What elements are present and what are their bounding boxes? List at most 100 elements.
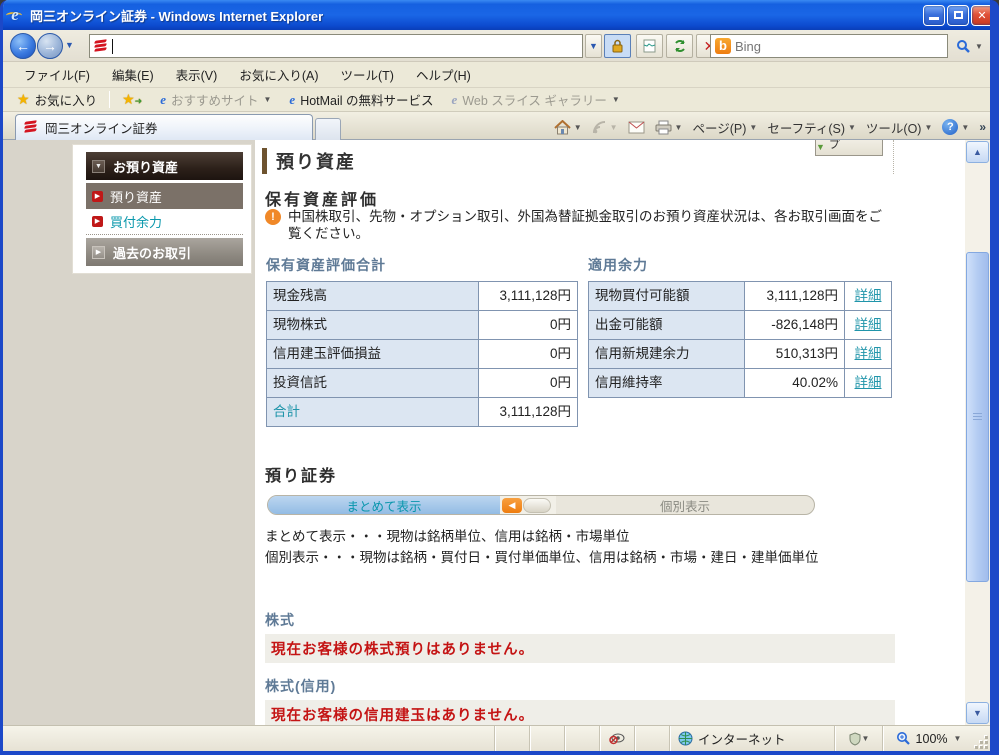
table-row: 信用建玉評価損益 0円 bbox=[266, 339, 578, 369]
chevron-down-icon: ▼ bbox=[573, 122, 582, 132]
help-button[interactable]: ? ▼ bbox=[942, 119, 969, 135]
title-bar: e 岡三オンライン証券 - Windows Internet Explorer … bbox=[3, 0, 990, 30]
scroll-down-icon[interactable]: ▼ bbox=[966, 702, 989, 724]
favorites-button[interactable]: ★ お気に入り bbox=[11, 88, 103, 111]
chevron-right-icon: ▶ bbox=[92, 245, 105, 259]
compatibility-view-icon[interactable] bbox=[636, 34, 663, 58]
scrollbar-thumb[interactable] bbox=[966, 252, 989, 582]
menu-file[interactable]: ファイル(F) bbox=[13, 62, 101, 87]
toolbar-overflow-icon[interactable]: » bbox=[979, 120, 986, 134]
recent-pages-dropdown-icon[interactable]: ▼ bbox=[65, 40, 74, 50]
favorites-bar: ★ お気に入り ★➜ e おすすめサイト ▼ e HotMail の無料サービス… bbox=[3, 88, 990, 112]
toggle-grouped-view[interactable]: まとめて表示 bbox=[268, 496, 500, 514]
sidebar-item-deposited-assets[interactable]: ▶ 預り資産 bbox=[86, 183, 243, 209]
chevron-down-icon: ▼ bbox=[953, 734, 962, 743]
asset-valuation-column: 保有資産評価合計 現金残高 3,111,128円 現物株式 0円 信用建玉評価損… bbox=[266, 255, 578, 427]
zoom-control[interactable]: 100% ▼ bbox=[882, 726, 974, 751]
feeds-button[interactable]: ▼ bbox=[592, 120, 618, 135]
detail-link[interactable]: 詳細 bbox=[855, 317, 882, 332]
table-row: 現物買付可能額 3,111,128円 詳細 bbox=[588, 281, 892, 311]
display-mode-toggle: まとめて表示 ◀ 個別表示 bbox=[267, 495, 815, 515]
status-bar: インターネット ▼ 100% ▼ bbox=[3, 725, 990, 751]
minimize-button[interactable]: ▬ bbox=[923, 4, 945, 26]
detail-link[interactable]: 詳細 bbox=[855, 375, 882, 390]
resize-grip[interactable] bbox=[974, 735, 990, 751]
menu-tools[interactable]: ツール(T) bbox=[329, 62, 404, 87]
status-cell bbox=[564, 726, 599, 751]
address-dropdown-icon[interactable]: ▼ bbox=[585, 34, 602, 58]
refresh-icon[interactable] bbox=[666, 34, 693, 58]
read-mail-button[interactable] bbox=[628, 121, 645, 134]
home-icon bbox=[554, 119, 571, 134]
screen-help-button[interactable]: ▼ 画面ヘルプ bbox=[815, 140, 883, 156]
suggested-sites-button[interactable]: e おすすめサイト ▼ bbox=[154, 88, 277, 111]
search-magnifier-icon[interactable] bbox=[952, 35, 974, 57]
protected-mode-cell[interactable]: ▼ bbox=[834, 726, 882, 751]
ie-logo-icon: e bbox=[6, 6, 24, 24]
web-slice-gallery-button[interactable]: e Web スライス ギャラリー ▼ bbox=[446, 88, 626, 111]
table-row: 現物株式 0円 bbox=[266, 310, 578, 340]
search-box[interactable]: b bbox=[710, 34, 948, 58]
toggle-individual-view[interactable]: 個別表示 bbox=[556, 496, 814, 514]
asset-valuation-table: 現金残高 3,111,128円 現物株式 0円 信用建玉評価損益 0円 投資信託… bbox=[266, 281, 578, 427]
chevron-down-icon: ▼ bbox=[847, 122, 856, 132]
maximize-button[interactable] bbox=[947, 4, 969, 26]
status-cell bbox=[634, 726, 669, 751]
page-menu-button[interactable]: ページ(P) ▼ bbox=[692, 118, 757, 137]
detail-link[interactable]: 詳細 bbox=[855, 346, 882, 361]
site-favicon bbox=[24, 120, 39, 134]
star-icon: ★ bbox=[17, 91, 30, 107]
mail-icon bbox=[628, 121, 645, 133]
security-lock-icon[interactable] bbox=[604, 34, 631, 58]
safety-menu-button[interactable]: セーフティ(S) ▼ bbox=[767, 118, 856, 137]
menu-view[interactable]: 表示(V) bbox=[165, 62, 229, 87]
ie-icon: e bbox=[160, 91, 166, 107]
new-tab-button[interactable] bbox=[315, 118, 341, 140]
ie-icon: e bbox=[289, 91, 296, 107]
detail-link[interactable]: 詳細 bbox=[855, 288, 882, 303]
margin-table-title: 適用余力 bbox=[588, 257, 648, 273]
vertical-scrollbar[interactable]: ▲ ▼ bbox=[965, 140, 990, 725]
chevron-down-icon: ▼ bbox=[609, 122, 618, 132]
table-total-row: 合計 3,111,128円 bbox=[266, 397, 578, 427]
search-input[interactable] bbox=[735, 38, 943, 54]
menu-favorites[interactable]: お気に入り(A) bbox=[228, 62, 329, 87]
hotmail-link[interactable]: e HotMail の無料サービス bbox=[283, 88, 439, 111]
description-line: まとめて表示・・・現物は銘柄単位、信用は銘柄・市場単位 bbox=[265, 529, 630, 544]
internet-globe-icon bbox=[678, 731, 693, 746]
stock-notice-band: 現在お客様の株式預りはありません。 bbox=[265, 634, 895, 663]
address-bar[interactable] bbox=[89, 34, 583, 58]
print-button[interactable]: ▼ bbox=[655, 120, 682, 135]
menu-edit[interactable]: 編集(E) bbox=[101, 62, 165, 87]
menu-help[interactable]: ヘルプ(H) bbox=[405, 62, 482, 87]
description-line: 個別表示・・・現物は銘柄・買付日・買付単価単位、信用は銘柄・市場・建日・建単価単… bbox=[265, 550, 819, 565]
printer-icon bbox=[655, 120, 672, 134]
sidebar-section-assets[interactable]: ▼ お預り資産 bbox=[86, 152, 243, 180]
scroll-up-icon[interactable]: ▲ bbox=[966, 141, 989, 163]
back-button[interactable]: ← bbox=[10, 33, 36, 59]
toggle-knob[interactable]: ◀ bbox=[500, 496, 556, 514]
warning-icon: ! bbox=[265, 209, 281, 225]
forward-button[interactable]: → bbox=[37, 33, 63, 59]
address-input[interactable] bbox=[113, 37, 578, 55]
search-options-dropdown-icon[interactable]: ▼ bbox=[975, 42, 983, 51]
home-button[interactable]: ▼ bbox=[554, 119, 582, 135]
browser-window: e 岡三オンライン証券 - Windows Internet Explorer … bbox=[0, 0, 999, 755]
status-message-area bbox=[3, 726, 494, 751]
arrow-left-icon: ◀ bbox=[502, 497, 522, 513]
chevron-down-icon: ▼ bbox=[263, 95, 272, 104]
inprivate-filter-cell bbox=[599, 726, 634, 751]
arrow-down-icon: ▼ bbox=[816, 142, 825, 152]
sidebar-section-past-transactions[interactable]: ▶ 過去のお取引 bbox=[86, 238, 243, 266]
table-row: 信用維持率 40.02% 詳細 bbox=[588, 368, 892, 398]
margin-power-table: 現物買付可能額 3,111,128円 詳細 出金可能額 -826,148円 詳細… bbox=[588, 281, 892, 398]
close-button[interactable]: ✕ bbox=[971, 4, 990, 26]
sidebar-item-buying-power[interactable]: ▶ 買付余力 bbox=[86, 209, 243, 235]
protected-mode-icon bbox=[849, 731, 861, 746]
zoom-magnifier-icon bbox=[896, 732, 910, 745]
tab-okasan[interactable]: 岡三オンライン証券 bbox=[15, 114, 313, 140]
add-to-favorites-bar-button[interactable]: ★➜ bbox=[116, 89, 148, 110]
margin-stock-heading: 株式(信用) bbox=[265, 678, 337, 694]
tools-menu-button[interactable]: ツール(O) ▼ bbox=[866, 118, 932, 137]
table-row: 信用新規建余力 510,313円 詳細 bbox=[588, 339, 892, 369]
